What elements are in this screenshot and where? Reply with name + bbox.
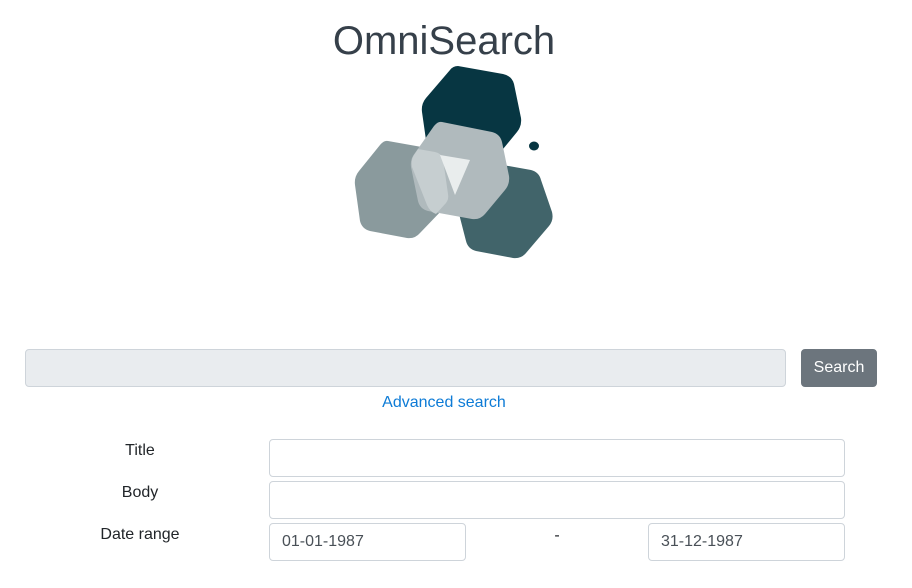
date-range-separator: - [554,527,560,544]
app-title: OmniSearch [332,19,556,63]
date-from-field[interactable] [269,523,466,561]
title-field[interactable] [269,439,845,477]
body-label: Body [121,484,159,501]
date-to-field[interactable] [648,523,845,561]
hexagon-cluster-logo-icon [354,66,553,259]
body-field[interactable] [269,481,845,519]
advanced-search-link[interactable]: Advanced search [0,393,888,413]
title-label: Title [125,442,155,459]
logo-dot [529,141,539,151]
search-input[interactable] [25,349,786,387]
search-button[interactable]: Search [801,349,877,387]
date-range-label: Date range [100,526,180,543]
